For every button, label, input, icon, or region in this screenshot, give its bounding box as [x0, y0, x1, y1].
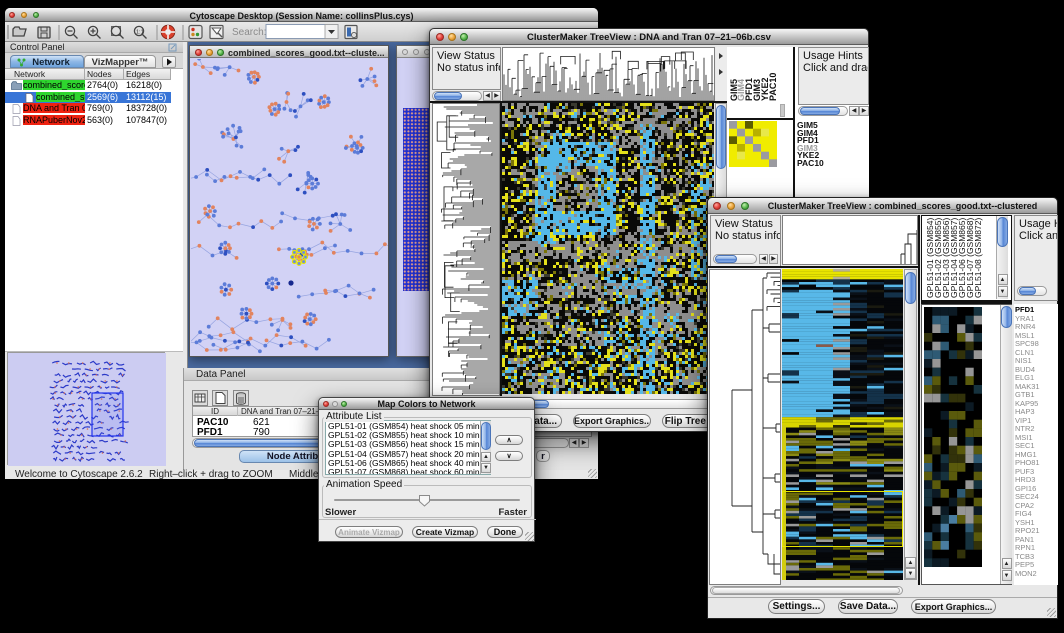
svg-text:1:1: 1:1: [136, 30, 144, 36]
svg-text:GPL51-08 (GSM872): GPL51-08 (GSM872): [973, 218, 983, 298]
svg-text:Search:: Search:: [232, 27, 266, 38]
svg-text:PAC10: PAC10: [768, 73, 778, 101]
